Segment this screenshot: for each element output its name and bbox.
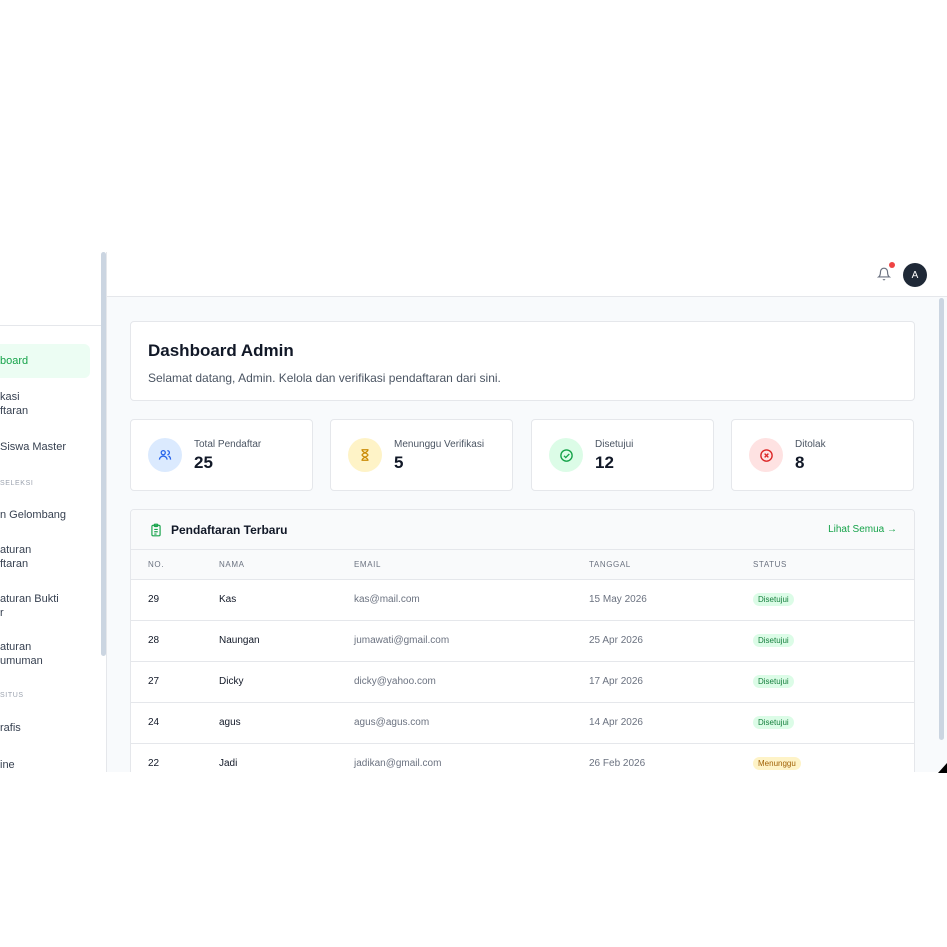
page-subtitle: Selamat datang, Admin. Kelola dan verifi…: [148, 371, 501, 385]
stat-card-approved: Disetujui 12: [531, 419, 714, 491]
stat-value: 25: [194, 453, 213, 472]
cell-name: Dicky: [219, 661, 354, 703]
stat-card-pending: Menunggu Verifikasi 5: [330, 419, 513, 491]
sidebar-item-label: board: [0, 355, 29, 367]
cell-status: Disetujui: [753, 620, 914, 662]
sidebar-section-situs: SITUS: [0, 692, 24, 699]
cell-no: 22: [131, 743, 219, 772]
status-badge: Disetujui: [753, 675, 794, 688]
welcome-card: Dashboard Admin Selamat datang, Admin. K…: [130, 321, 915, 401]
table-header-row: NO. NAMA EMAIL TANGGAL STATUS: [131, 550, 914, 580]
sidebar-item-online[interactable]: ine: [0, 758, 15, 772]
stat-value: 8: [795, 453, 805, 472]
column-header-no: NO.: [131, 550, 219, 580]
cell-no: 28: [131, 620, 219, 662]
cell-status: Menunggu: [753, 743, 914, 772]
cell-email: agus@agus.com: [354, 702, 589, 744]
bell-icon[interactable]: [877, 266, 891, 282]
sidebar-scrollbar[interactable]: [101, 252, 106, 656]
status-badge: Disetujui: [753, 634, 794, 647]
cell-status: Disetujui: [753, 702, 914, 744]
stat-label: Total Pendaftar: [194, 439, 262, 450]
column-header-nama: NAMA: [219, 550, 354, 580]
table-row[interactable]: 27 Dicky dicky@yahoo.com 17 Apr 2026 Dis…: [131, 661, 914, 703]
stat-label: Disetujui: [595, 439, 634, 450]
recent-registrations-card: Pendaftaran Terbaru Lihat Semua → NO. NA…: [130, 509, 915, 772]
recent-title: Pendaftaran Terbaru: [171, 523, 288, 537]
page-title: Dashboard Admin: [148, 341, 294, 360]
stat-value: 12: [595, 453, 614, 472]
column-header-status: STATUS: [753, 550, 914, 580]
sidebar-item-verifikasi[interactable]: kasi ftaran: [0, 390, 28, 418]
stat-card-total: Total Pendaftar 25: [130, 419, 313, 491]
main-scrollbar[interactable]: [939, 298, 944, 740]
cell-date: 14 Apr 2026: [589, 702, 753, 744]
cell-no: 27: [131, 661, 219, 703]
cell-name: Naungan: [219, 620, 354, 662]
app-window: board kasi ftaran Siswa Master SELEKSI n…: [0, 252, 947, 772]
cell-email: dicky@yahoo.com: [354, 661, 589, 703]
notification-dot: [889, 262, 895, 268]
x-circle-icon: [749, 438, 783, 472]
sidebar-section-seleksi: SELEKSI: [0, 480, 34, 487]
stat-label: Ditolak: [795, 439, 826, 450]
status-badge: Disetujui: [753, 593, 794, 606]
sidebar-brand-area: [0, 252, 106, 326]
users-icon: [148, 438, 182, 472]
registrations-table: NO. NAMA EMAIL TANGGAL STATUS 29 Kas kas…: [131, 550, 914, 772]
cell-no: 24: [131, 702, 219, 744]
cell-email: kas@mail.com: [354, 579, 589, 621]
table-row[interactable]: 28 Naungan jumawati@gmail.com 25 Apr 202…: [131, 620, 914, 662]
table-row[interactable]: 24 agus agus@agus.com 14 Apr 2026 Disetu…: [131, 702, 914, 744]
check-circle-icon: [549, 438, 583, 472]
sidebar-item-siswa-master[interactable]: Siswa Master: [0, 440, 66, 454]
sidebar-item-gelombang[interactable]: n Gelombang: [0, 508, 66, 522]
cell-no: 29: [131, 579, 219, 621]
cell-status: Disetujui: [753, 661, 914, 703]
cell-date: 25 Apr 2026: [589, 620, 753, 662]
cell-email: jadikan@gmail.com: [354, 743, 589, 772]
see-all-link[interactable]: Lihat Semua →: [828, 524, 897, 535]
cell-name: agus: [219, 702, 354, 744]
avatar[interactable]: A: [903, 263, 927, 287]
table-row[interactable]: 22 Jadi jadikan@gmail.com 26 Feb 2026 Me…: [131, 743, 914, 772]
clipboard-icon: [151, 523, 161, 537]
sidebar: board kasi ftaran Siswa Master SELEKSI n…: [0, 252, 107, 772]
status-badge: Menunggu: [753, 757, 801, 770]
cell-name: Jadi: [219, 743, 354, 772]
stat-card-rejected: Ditolak 8: [731, 419, 914, 491]
cell-date: 17 Apr 2026: [589, 661, 753, 703]
table-row[interactable]: 29 Kas kas@mail.com 15 May 2026 Disetuju…: [131, 579, 914, 621]
main-content: A Dashboard Admin Selamat datang, Admin.…: [107, 252, 947, 772]
status-badge: Disetujui: [753, 716, 794, 729]
recent-header: Pendaftaran Terbaru Lihat Semua →: [131, 510, 914, 550]
cell-status: Disetujui: [753, 579, 914, 621]
topbar: A: [107, 252, 947, 297]
column-header-tanggal: TANGGAL: [589, 550, 753, 580]
hourglass-icon: [348, 438, 382, 472]
sidebar-item-infografis[interactable]: rafis: [0, 721, 21, 735]
sidebar-item-pengaturan-pendaftaran[interactable]: aturan ftaran: [0, 543, 31, 571]
sidebar-item-pengaturan-pengumuman[interactable]: aturan umuman: [0, 640, 43, 668]
sidebar-item-pengaturan-bukti[interactable]: aturan Bukti r: [0, 592, 59, 620]
cell-date: 15 May 2026: [589, 579, 753, 621]
stat-value: 5: [394, 453, 404, 472]
sidebar-item-dashboard[interactable]: board: [0, 344, 90, 378]
stat-label: Menunggu Verifikasi: [394, 439, 485, 450]
cell-name: Kas: [219, 579, 354, 621]
cell-date: 26 Feb 2026: [589, 743, 753, 772]
column-header-email: EMAIL: [354, 550, 589, 580]
cell-email: jumawati@gmail.com: [354, 620, 589, 662]
